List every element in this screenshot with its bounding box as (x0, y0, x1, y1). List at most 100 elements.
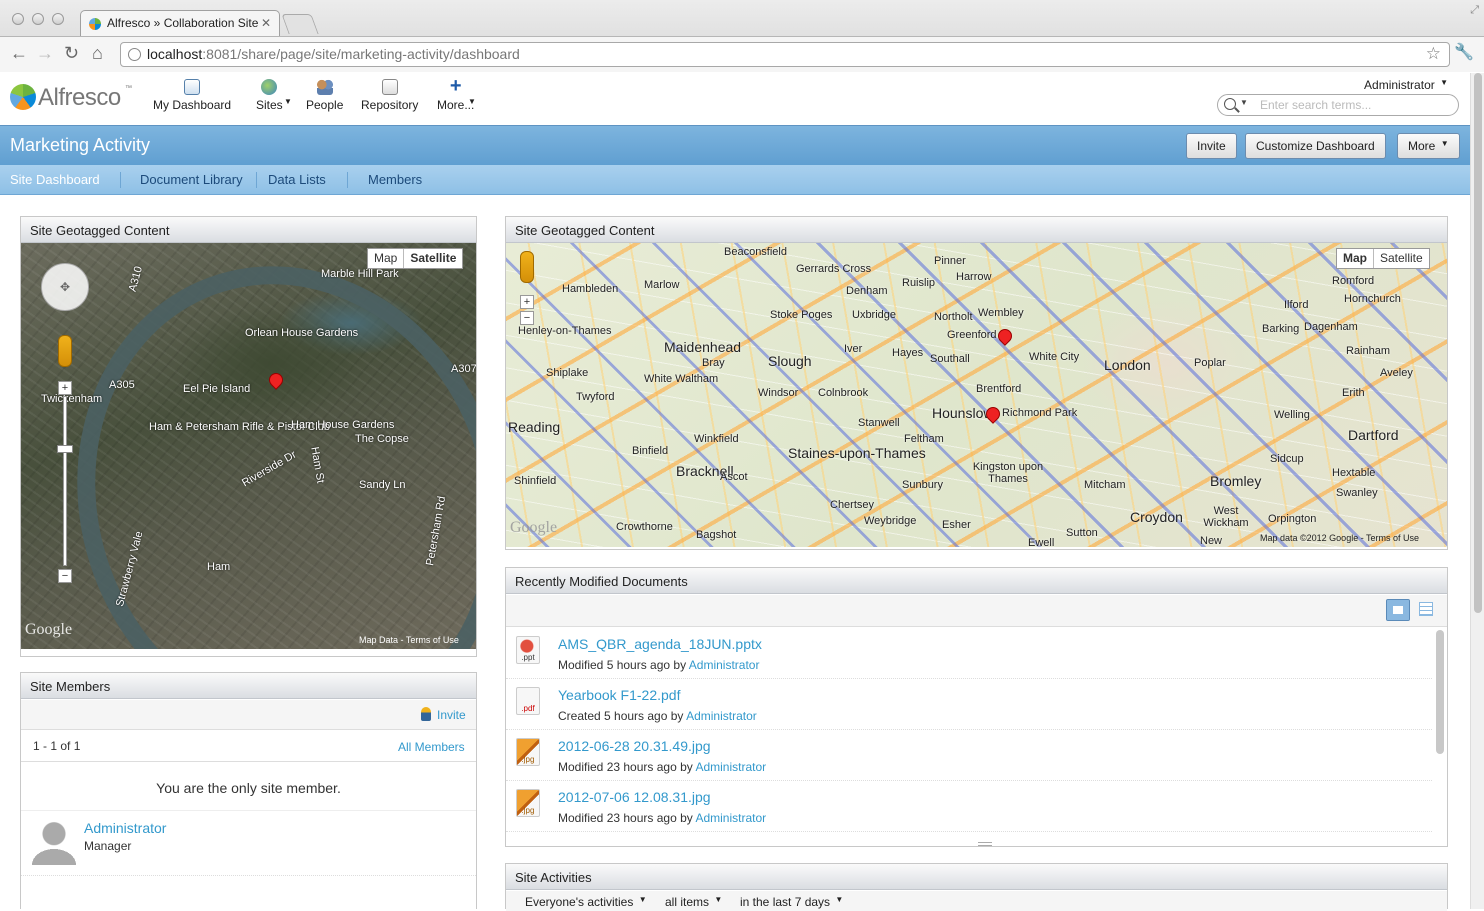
invite-link[interactable]: Invite (437, 708, 466, 722)
document-name-link[interactable]: 2012-07-06 12.08.31.jpg (558, 789, 711, 805)
nav-my-dashboard[interactable]: My Dashboard (153, 79, 231, 112)
road-map[interactable]: Beaconsfield Gerrards Cross Marlow Hambl… (506, 243, 1447, 547)
activities-who-filter[interactable]: Everyone's activities ▼ (525, 895, 647, 909)
fullscreen-icon[interactable]: ⤢ (1470, 4, 1479, 17)
nav-more[interactable]: + More... ▼ (437, 76, 476, 112)
home-icon[interactable]: ⌂ (92, 43, 103, 63)
nav-sites[interactable]: Sites ▼ (256, 79, 292, 112)
customize-dashboard-button[interactable]: Customize Dashboard (1245, 133, 1386, 159)
pan-control[interactable]: ✥ (41, 263, 89, 311)
document-modifier-link[interactable]: Administrator (689, 658, 760, 672)
bookmark-star-icon[interactable]: ☆ (1426, 44, 1441, 64)
activities-items-filter[interactable]: all items ▼ (665, 895, 722, 909)
document-modifier-link[interactable]: Administrator (695, 811, 766, 825)
detailed-view-icon[interactable] (1386, 599, 1410, 621)
nav-people[interactable]: People (306, 79, 343, 112)
tab-members[interactable]: Members (368, 172, 422, 187)
zoom-window-icon[interactable] (52, 13, 64, 25)
page-scrollbar[interactable] (1470, 73, 1484, 909)
zoom-out-button[interactable]: − (520, 311, 534, 325)
globe-icon (261, 79, 278, 95)
docs-toolbar (506, 595, 1447, 627)
street-view-pegman-icon[interactable] (520, 251, 534, 283)
user-menu[interactable]: Administrator ▼ (1364, 78, 1448, 92)
tab-data-lists[interactable]: Data Lists (268, 172, 326, 187)
documents-scrollbar[interactable] (1436, 630, 1444, 754)
map-label: Winkfield (694, 433, 739, 445)
map-label: Slough (768, 353, 812, 369)
resize-handle[interactable] (978, 842, 992, 846)
map-label: Barking (1262, 323, 1300, 335)
new-tab-button[interactable] (281, 14, 319, 34)
zoom-out-button[interactable]: − (58, 569, 72, 583)
logo-trademark: ™ (125, 85, 132, 92)
page-title: Marketing Activity (10, 135, 151, 155)
map-label: Ewell (1028, 537, 1055, 547)
invite-button[interactable]: Invite (1186, 133, 1237, 159)
document-name-link[interactable]: AMS_QBR_agenda_18JUN.pptx (558, 636, 762, 652)
documents-list: .ppt AMS_QBR_agenda_18JUN.pptx Modified … (506, 628, 1436, 840)
url-host: localhost (147, 46, 203, 62)
nav-divider (347, 172, 348, 188)
zoom-slider-handle[interactable] (57, 445, 73, 453)
map-copyright[interactable]: Map Data - Terms of Use (359, 635, 459, 645)
page-scroll-thumb[interactable] (1474, 73, 1482, 613)
map-label: Colnbrook (818, 387, 869, 399)
dashlet-title: Site Activities (506, 864, 1447, 890)
map-label: Sutton (1066, 527, 1098, 539)
close-window-icon[interactable] (12, 13, 24, 25)
close-tab-icon[interactable]: ✕ (261, 16, 271, 30)
image-file-icon: .jpg (516, 738, 540, 766)
street-view-pegman-icon[interactable] (58, 335, 72, 367)
forward-icon[interactable]: → (36, 43, 54, 63)
site-members-dashlet: Site Members Invite 1 - 1 of 1 All Membe… (20, 672, 477, 909)
chevron-down-icon[interactable]: ▼ (1240, 98, 1248, 107)
map-type-map-button[interactable]: Map (368, 249, 405, 268)
map-label: White Waltham (644, 373, 719, 385)
back-icon[interactable]: ← (10, 43, 28, 63)
search-input[interactable]: ▼ Enter search terms... (1217, 94, 1459, 116)
tab-document-library[interactable]: Document Library (140, 172, 243, 187)
dashlet-title: Site Geotagged Content (21, 217, 476, 243)
all-members-link[interactable]: All Members (398, 740, 465, 754)
map-label: Marble Hill Park (321, 268, 399, 280)
simple-view-icon[interactable] (1419, 602, 1433, 616)
satellite-map[interactable]: Marble Hill Park Orlean House Gardens Ee… (21, 243, 476, 649)
map-type-satellite-button[interactable]: Satellite (404, 249, 462, 268)
map-label: Bromley (1210, 473, 1262, 489)
geotagged-content-dashlet-left: Site Geotagged Content Marble Hill Park … (20, 216, 477, 657)
activities-period-filter[interactable]: in the last 7 days ▼ (740, 895, 843, 909)
minimize-window-icon[interactable] (32, 13, 44, 25)
wrench-icon[interactable]: 🔧 (1454, 42, 1474, 62)
map-copyright[interactable]: Map data ©2012 Google - Terms of Use (1260, 533, 1419, 543)
map-marker-icon[interactable] (995, 326, 1015, 346)
document-modifier-link[interactable]: Administrator (686, 709, 757, 723)
map-label: Harrow (956, 271, 992, 283)
map-type-satellite-button[interactable]: Satellite (1374, 249, 1429, 268)
document-name-link[interactable]: Yearbook F1-22.pdf (558, 687, 680, 703)
zoom-slider[interactable] (63, 396, 67, 566)
reload-icon[interactable]: ↻ (64, 43, 79, 63)
alfresco-logo[interactable]: Alfresco ™ (10, 83, 132, 111)
map-label: Orlean House Gardens (245, 327, 359, 339)
map-type-map-button[interactable]: Map (1337, 249, 1374, 268)
map-label: Henley-on-Thames (518, 325, 612, 337)
document-modifier-link[interactable]: Administrator (695, 760, 766, 774)
more-button[interactable]: More ▼ (1397, 133, 1460, 159)
document-name-link[interactable]: 2012-06-28 20.31.49.jpg (558, 738, 711, 754)
zoom-in-button[interactable]: + (520, 295, 534, 309)
tab-site-dashboard[interactable]: Site Dashboard (10, 172, 100, 187)
chevron-down-icon: ▼ (835, 895, 844, 904)
map-label: Beaconsfield (724, 246, 787, 258)
map-label: Gerrards Cross (796, 263, 872, 275)
map-label: Dartford (1348, 427, 1399, 443)
browser-tab[interactable]: Alfresco » Collaboration Site ✕ (80, 10, 280, 36)
map-label: Shiplake (546, 367, 589, 379)
map-label: Greenford (947, 329, 997, 341)
address-bar[interactable]: localhost:8081/share/page/site/marketing… (120, 42, 1450, 67)
document-meta-text: Modified 23 hours ago by (558, 811, 693, 825)
member-name[interactable]: Administrator (84, 820, 166, 836)
nav-repository[interactable]: Repository (361, 79, 418, 112)
zoom-in-button[interactable]: + (58, 381, 72, 395)
map-label: Stanwell (858, 417, 900, 429)
